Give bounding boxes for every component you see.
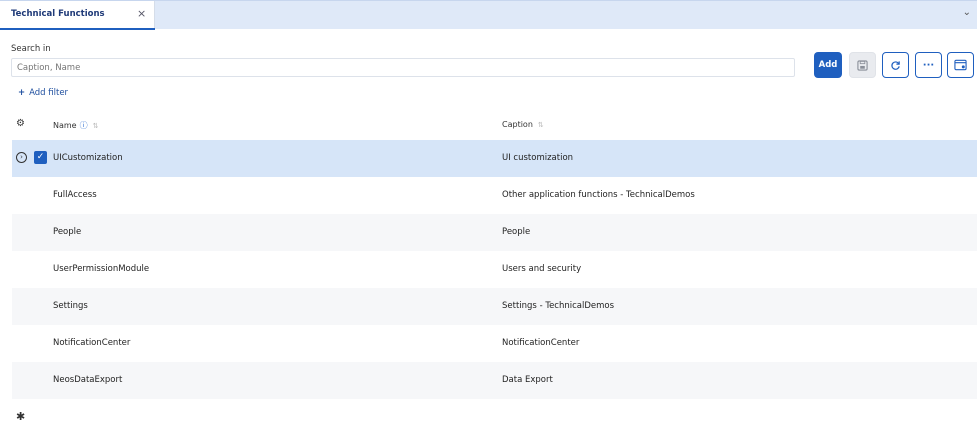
save-icon — [857, 59, 868, 71]
table-row[interactable]: FullAccess Other application functions -… — [12, 177, 977, 214]
info-icon[interactable]: ⓘ — [80, 121, 88, 130]
add-button[interactable]: Add — [814, 52, 842, 78]
refresh-icon — [891, 60, 900, 70]
sort-icon[interactable]: ⇅ — [93, 122, 99, 130]
table-row[interactable]: Settings Settings - TechnicalDemos — [12, 288, 977, 325]
cell-caption: UI customization — [502, 153, 574, 163]
expand-row-icon[interactable]: › — [16, 152, 27, 163]
cell-caption: Data Export — [502, 375, 553, 385]
more-options-button[interactable]: ··· — [915, 52, 942, 78]
refresh-button[interactable] — [882, 52, 909, 78]
add-filter-link[interactable]: + Add filter — [18, 88, 68, 98]
gear-icon[interactable]: ⚙ — [16, 118, 25, 129]
table-row[interactable]: People People — [12, 214, 977, 251]
cell-name: UICustomization — [53, 153, 123, 163]
column-header-caption[interactable]: Caption ⇅ — [502, 120, 544, 129]
new-row-asterisk-icon[interactable]: ✱ — [16, 410, 25, 423]
column-header-name[interactable]: Name ⓘ ⇅ — [53, 120, 98, 131]
save-button[interactable] — [849, 52, 876, 78]
table-row[interactable]: › ✓ UICustomization UI customization — [12, 140, 977, 177]
table-row[interactable]: NeosDataExport Data Export — [12, 362, 977, 399]
add-filter-label: Add filter — [29, 88, 69, 98]
table-row[interactable]: UserPermissionModule Users and security — [12, 251, 977, 288]
cell-caption: Other application functions - TechnicalD… — [502, 190, 695, 200]
sort-icon[interactable]: ⇅ — [538, 121, 544, 129]
cell-name: People — [53, 227, 82, 237]
plus-icon: + — [18, 88, 26, 98]
close-icon[interactable]: × — [137, 7, 146, 20]
search-input[interactable] — [11, 58, 795, 77]
row-checkbox[interactable]: ✓ — [34, 151, 47, 164]
settings-panel-icon — [954, 59, 967, 71]
tab-bar: Technical Functions × ⌄ — [0, 0, 977, 30]
column-header-label: Name — [53, 121, 77, 130]
search-label: Search in — [11, 44, 51, 54]
tab-label: Technical Functions — [11, 9, 105, 19]
tab-technical-functions[interactable]: Technical Functions × — [0, 1, 155, 30]
cell-name: NotificationCenter — [53, 338, 131, 348]
cell-caption: People — [502, 227, 531, 237]
cell-name: NeosDataExport — [53, 375, 123, 385]
cell-name: FullAccess — [53, 190, 97, 200]
layout-settings-button[interactable] — [947, 52, 974, 78]
active-tab-indicator — [0, 28, 155, 30]
cell-name: Settings — [53, 301, 88, 311]
chevron-down-icon[interactable]: ⌄ — [963, 7, 971, 18]
cell-caption: Users and security — [502, 264, 582, 274]
column-header-label: Caption — [502, 120, 533, 129]
cell-caption: NotificationCenter — [502, 338, 580, 348]
cell-name: UserPermissionModule — [53, 264, 150, 274]
table-row[interactable]: NotificationCenter NotificationCenter — [12, 325, 977, 362]
cell-caption: Settings - TechnicalDemos — [502, 301, 615, 311]
